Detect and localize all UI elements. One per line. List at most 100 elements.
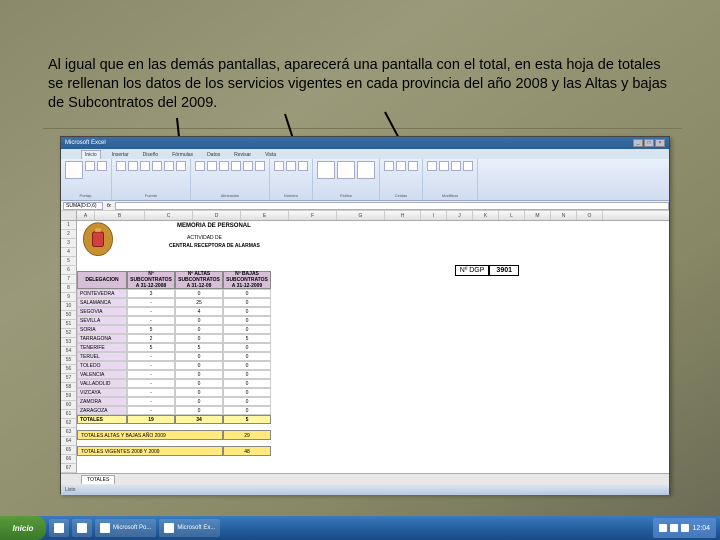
taskbar-item[interactable] — [49, 519, 69, 537]
table-header: Nº BAJAS SUBCONTRATOS A 31-12-2009 — [223, 271, 271, 289]
row-header[interactable]: 59 — [61, 392, 77, 401]
table-row: ZARAGOZA-00 — [77, 406, 271, 415]
taskbar-item[interactable]: Microsoft Ex... — [159, 519, 220, 537]
totals-row: TOTALES19345 — [77, 415, 271, 424]
row-header[interactable]: 8 — [61, 284, 77, 293]
col-header[interactable]: F — [289, 211, 337, 220]
row-header[interactable]: 5 — [61, 257, 77, 266]
row-header[interactable]: 2 — [61, 230, 77, 239]
col-header[interactable]: J — [447, 211, 473, 220]
row-header[interactable]: 50 — [61, 311, 77, 320]
row-header[interactable]: 3 — [61, 239, 77, 248]
window-controls: _ □ × — [633, 139, 665, 147]
table-row: VIZCAYA-00 — [77, 388, 271, 397]
select-all-corner[interactable] — [61, 211, 77, 220]
ribbon-align[interactable]: Alineación — [191, 159, 270, 200]
ribbon-tab[interactable]: Revisar — [231, 151, 254, 159]
doc-subtitle: ACTIVIDAD DE — [187, 235, 222, 241]
app-icon — [77, 523, 87, 533]
start-button[interactable]: Inicio — [0, 516, 46, 540]
worksheet-cells[interactable]: MEMORIA DE PERSONAL ACTIVIDAD DE CENTRAL… — [77, 221, 669, 473]
name-box[interactable]: SUMA(D:D,6) — [63, 202, 103, 210]
ribbon-tab[interactable]: Inicio — [81, 150, 101, 159]
table-row: PONTEVEDRA300 — [77, 289, 271, 298]
row-header[interactable]: 63 — [61, 428, 77, 437]
row-header[interactable]: 64 — [61, 437, 77, 446]
dgp-label: Nº DGP — [455, 265, 490, 276]
table-row: TARRAGONA205 — [77, 334, 271, 343]
minimize-button[interactable]: _ — [633, 139, 643, 147]
row-header[interactable]: 57 — [61, 374, 77, 383]
table-row: SEVILLA-00 — [77, 316, 271, 325]
row-headers: 1234567891050515253545556575859606162636… — [61, 221, 77, 473]
ribbon-font[interactable]: Fuente — [112, 159, 191, 200]
maximize-button[interactable]: □ — [644, 139, 654, 147]
row-header[interactable]: 6 — [61, 266, 77, 275]
doc-subtitle2: CENTRAL RECEPTORA DE ALARMAS — [169, 243, 260, 249]
row-header[interactable]: 10 — [61, 302, 77, 311]
dgp-value: 3901 — [489, 265, 519, 276]
ribbon-number[interactable]: Número — [270, 159, 313, 200]
system-tray[interactable]: 12:04 — [653, 518, 716, 538]
ribbon-tab[interactable]: Vista — [262, 151, 279, 159]
summary-row: TOTALES VIGENTES 2008 Y 200948 — [77, 446, 271, 456]
row-header[interactable]: 58 — [61, 383, 77, 392]
ribbon-tab[interactable]: Fórmulas — [169, 151, 196, 159]
ribbon: Portap. Fuente Alineación Número Estilos… — [61, 159, 669, 201]
formula-input[interactable] — [115, 202, 669, 210]
row-header[interactable]: 1 — [61, 221, 77, 230]
taskbar-item[interactable] — [72, 519, 92, 537]
row-header[interactable]: 62 — [61, 419, 77, 428]
clock: 12:04 — [692, 525, 710, 532]
row-header[interactable]: 65 — [61, 446, 77, 455]
ribbon-cells[interactable]: Celdas — [380, 159, 423, 200]
row-header[interactable]: 55 — [61, 356, 77, 365]
titlebar: Microsoft Excel _ □ × — [61, 137, 669, 149]
col-header[interactable]: E — [241, 211, 289, 220]
col-header[interactable]: B — [95, 211, 145, 220]
row-header[interactable]: 9 — [61, 293, 77, 302]
ribbon-tab[interactable]: Datos — [204, 151, 223, 159]
row-header[interactable]: 4 — [61, 248, 77, 257]
table-row: SEGOVIA-40 — [77, 307, 271, 316]
row-header[interactable]: 61 — [61, 410, 77, 419]
ribbon-tab[interactable]: Diseño — [140, 151, 162, 159]
taskbar-item[interactable]: Microsoft Po... — [95, 519, 156, 537]
col-header[interactable]: H — [385, 211, 421, 220]
col-header[interactable]: M — [525, 211, 551, 220]
col-header[interactable]: L — [499, 211, 525, 220]
dgp-box: Nº DGP 3901 — [455, 265, 519, 276]
table-row: TERUEL-00 — [77, 352, 271, 361]
ribbon-edit[interactable]: Modificar — [423, 159, 478, 200]
summary-row: TOTALES ALTAS Y BAJAS AÑO 200929 — [77, 430, 271, 440]
col-header[interactable]: D — [193, 211, 241, 220]
row-header[interactable]: 56 — [61, 365, 77, 374]
slide-divider — [43, 128, 682, 129]
tray-icon[interactable] — [659, 524, 667, 532]
tray-icon[interactable] — [670, 524, 678, 532]
col-header[interactable]: A — [77, 211, 95, 220]
col-header[interactable]: O — [577, 211, 603, 220]
row-header[interactable]: 51 — [61, 320, 77, 329]
ribbon-styles[interactable]: Estilos — [313, 159, 380, 200]
row-header[interactable]: 66 — [61, 455, 77, 464]
row-header[interactable]: 53 — [61, 338, 77, 347]
row-header[interactable]: 54 — [61, 347, 77, 356]
col-header[interactable]: C — [145, 211, 193, 220]
col-header[interactable]: G — [337, 211, 385, 220]
row-header[interactable]: 52 — [61, 329, 77, 338]
tray-icon[interactable] — [681, 524, 689, 532]
fx-icon[interactable]: fx — [107, 203, 111, 209]
col-header[interactable]: I — [421, 211, 447, 220]
row-header[interactable]: 67 — [61, 464, 77, 473]
sheet-tab[interactable]: TOTALES — [81, 475, 115, 484]
row-header[interactable]: 60 — [61, 401, 77, 410]
close-button[interactable]: × — [655, 139, 665, 147]
row-header[interactable]: 7 — [61, 275, 77, 284]
col-header[interactable]: K — [473, 211, 499, 220]
status-text: Listo — [65, 487, 76, 493]
ribbon-clipboard[interactable]: Portap. — [61, 159, 112, 200]
ribbon-tab[interactable]: Insertar — [109, 151, 132, 159]
col-header[interactable]: N — [551, 211, 577, 220]
slide-caption: Al igual que en las demás pantallas, apa… — [48, 56, 670, 113]
